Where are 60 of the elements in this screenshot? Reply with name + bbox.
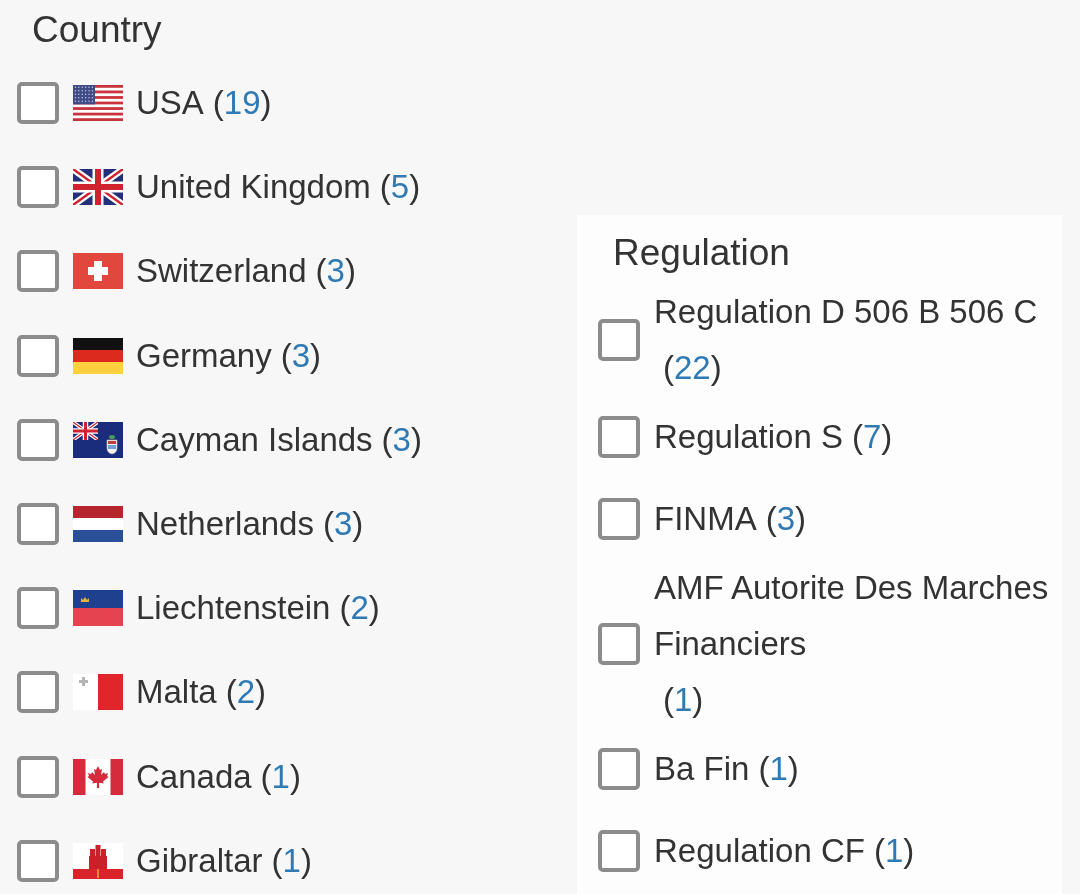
- country-label: Germany: [136, 335, 272, 376]
- result-count: (2): [339, 588, 380, 629]
- country-label: Gibraltar: [136, 840, 263, 881]
- result-count: (3): [765, 499, 807, 539]
- regulation-label: Ba Fin: [654, 749, 750, 789]
- country-label: Malta: [136, 672, 217, 713]
- regulation-label: Regulation D 506 B 506 C: [654, 292, 1038, 332]
- checkbox[interactable]: [598, 748, 640, 790]
- country-label: Canada: [136, 756, 252, 797]
- regulation-label: AMF Autorite Des Marches Financiers: [654, 568, 1050, 664]
- result-count: (1): [260, 756, 301, 797]
- country-label: Switzerland: [136, 251, 307, 292]
- liechtenstein-flag-icon: [73, 590, 123, 627]
- checkbox[interactable]: [598, 623, 640, 665]
- filter-heading: Country: [31, 8, 163, 52]
- result-count: (3): [280, 335, 322, 376]
- result-count: (2): [225, 672, 267, 713]
- country-label: Netherlands: [136, 503, 314, 544]
- result-count: (7): [851, 417, 893, 457]
- result-count: (3): [315, 251, 356, 292]
- result-count: (5): [379, 167, 421, 208]
- checkbox[interactable]: [598, 498, 640, 540]
- us-flag-icon: [73, 85, 123, 121]
- checkbox[interactable]: [17, 587, 59, 630]
- regulation-label: FINMA: [654, 499, 757, 539]
- checkbox[interactable]: [17, 250, 59, 293]
- checkbox[interactable]: [17, 166, 59, 209]
- swiss-flag-icon: [73, 253, 123, 290]
- uk-flag-icon: [73, 169, 123, 206]
- checkbox[interactable]: [598, 416, 640, 458]
- regulation-label: Regulation CF: [654, 831, 865, 871]
- result-count: (19): [212, 83, 272, 123]
- checkbox[interactable]: [17, 418, 59, 461]
- country-label: Liechtenstein: [136, 588, 331, 629]
- country-label: USA: [136, 83, 204, 123]
- malta-flag-icon: [73, 674, 123, 711]
- filter-heading: Regulation: [612, 231, 791, 275]
- country-label: Cayman Islands: [136, 419, 373, 460]
- result-count: (3): [322, 503, 364, 544]
- canada-flag-icon: [73, 758, 123, 795]
- checkbox[interactable]: [598, 830, 640, 872]
- checkbox[interactable]: [17, 82, 59, 124]
- gibraltar-flag-icon: [73, 842, 123, 879]
- result-count: (1): [663, 680, 704, 720]
- cayman-flag-icon: [73, 421, 123, 458]
- dutch-flag-icon: [73, 505, 123, 542]
- result-count: (1): [758, 749, 799, 789]
- country-label: United Kingdom: [136, 167, 371, 208]
- result-count: (1): [873, 831, 915, 871]
- result-count: (3): [381, 419, 422, 460]
- checkbox[interactable]: [17, 671, 59, 714]
- checkbox[interactable]: [598, 319, 640, 361]
- checkbox[interactable]: [17, 755, 59, 798]
- checkbox[interactable]: [17, 502, 59, 545]
- result-count: (22): [663, 348, 722, 388]
- checkbox[interactable]: [17, 334, 59, 377]
- regulation-label: Regulation S: [654, 417, 843, 457]
- checkbox[interactable]: [17, 839, 59, 882]
- german-flag-icon: [73, 337, 123, 374]
- result-count: (1): [271, 840, 312, 881]
